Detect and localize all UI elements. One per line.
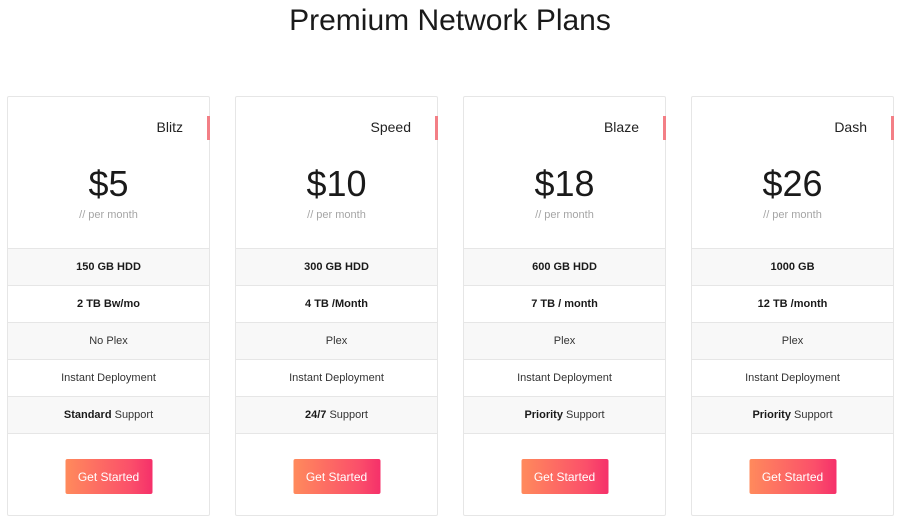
feature-text: Support — [111, 409, 154, 421]
feature-item: 7 TB / month — [464, 286, 665, 323]
feature-text: Instant Deployment — [745, 372, 840, 384]
feature-item: Plex — [464, 323, 665, 360]
accent-bar — [435, 116, 438, 140]
feature-text: 1000 GB — [770, 261, 815, 273]
feature-text: Instant Deployment — [517, 372, 612, 384]
feature-text: No Plex — [89, 335, 128, 347]
feature-item: No Plex — [8, 323, 209, 360]
feature-item: Instant Deployment — [8, 360, 209, 397]
feature-text: Support — [326, 409, 368, 421]
feature-item: 300 GB HDD — [236, 249, 437, 286]
pricing-card-speed: Speed $10 // per month 300 GB HDD 4 TB /Mont… — [235, 96, 438, 516]
feature-item: Plex — [692, 323, 893, 360]
feature-item: Instant Deployment — [692, 360, 893, 397]
feature-item: 600 GB HDD — [464, 249, 665, 286]
feature-item: Instant Deployment — [236, 360, 437, 397]
feature-highlight: 24/7 — [304, 409, 327, 421]
feature-text: 12 TB /month — [757, 298, 828, 310]
feature-item: Priority Support — [464, 397, 665, 434]
feature-list: 150 GB HDD 2 TB Bw/mo No Plex Instant Deplo… — [8, 248, 209, 434]
pricing-card-dash: Dash $26 // per month 1000 GB 12 TB /month Pl… — [691, 96, 894, 516]
feature-text: 300 GB HDD — [304, 261, 369, 273]
plan-name: Dash — [834, 119, 867, 135]
get-started-button[interactable]: Get Started — [293, 459, 380, 494]
feature-text: Instant Deployment — [61, 372, 156, 384]
accent-bar — [207, 116, 210, 140]
feature-list: 1000 GB 12 TB /month Plex Instant Deploymen… — [692, 248, 893, 434]
feature-item: Instant Deployment — [464, 360, 665, 397]
feature-list: 600 GB HDD 7 TB / month Plex Instant Deploy… — [464, 248, 665, 434]
billing-period: // per month — [307, 209, 366, 221]
feature-item: 2 TB Bw/mo — [8, 286, 209, 323]
feature-item: 24/7 Support — [236, 397, 437, 434]
feature-list: 300 GB HDD 4 TB /Month Plex Instant Deploym… — [236, 248, 437, 434]
feature-text: Instant Deployment — [289, 372, 384, 384]
feature-text: Plex — [781, 335, 804, 347]
billing-period: // per month — [535, 209, 594, 221]
feature-item: Priority Support — [692, 397, 893, 434]
feature-item: 12 TB /month — [692, 286, 893, 323]
feature-text: 600 GB HDD — [532, 261, 597, 273]
feature-text: 2 TB Bw/mo — [77, 298, 140, 310]
feature-highlight: Priority — [524, 409, 563, 421]
pricing-card-blitz: Blitz $5 // per month 150 GB HDD 2 TB Bw/mo N… — [7, 96, 210, 516]
billing-period: // per month — [763, 209, 822, 221]
feature-item: Standard Support — [8, 397, 209, 434]
feature-item: 150 GB HDD — [8, 249, 209, 286]
plan-price: $26 — [762, 163, 823, 204]
page-title: Premium Network Plans — [289, 4, 611, 37]
plan-name: Speed — [370, 119, 411, 135]
feature-text: Support — [562, 409, 605, 421]
feature-highlight: Standard — [63, 409, 112, 421]
feature-highlight: Priority — [752, 409, 791, 421]
plan-name: Blaze — [603, 119, 639, 135]
plan-price: $18 — [534, 163, 595, 204]
feature-item: Plex — [236, 323, 437, 360]
plan-name: Blitz — [156, 119, 183, 135]
get-started-button[interactable]: Get Started — [65, 459, 152, 494]
accent-bar — [891, 116, 894, 140]
plan-price: $5 — [88, 163, 129, 204]
billing-period: // per month — [79, 209, 138, 221]
feature-item: 4 TB /Month — [236, 286, 437, 323]
feature-item: 1000 GB — [692, 249, 893, 286]
feature-text: 4 TB /Month — [305, 298, 368, 310]
feature-text: Support — [790, 409, 833, 421]
get-started-button[interactable]: Get Started — [521, 459, 608, 494]
pricing-card-blaze: Blaze $18 // per month 600 GB HDD 7 TB / mon… — [463, 96, 666, 516]
feature-text: Plex — [553, 335, 576, 347]
feature-text: 150 GB HDD — [76, 261, 141, 273]
feature-text: 7 TB / month — [531, 298, 598, 310]
plan-price: $10 — [306, 163, 367, 204]
feature-text: Plex — [325, 335, 348, 347]
get-started-button[interactable]: Get Started — [749, 459, 836, 494]
accent-bar — [663, 116, 666, 140]
